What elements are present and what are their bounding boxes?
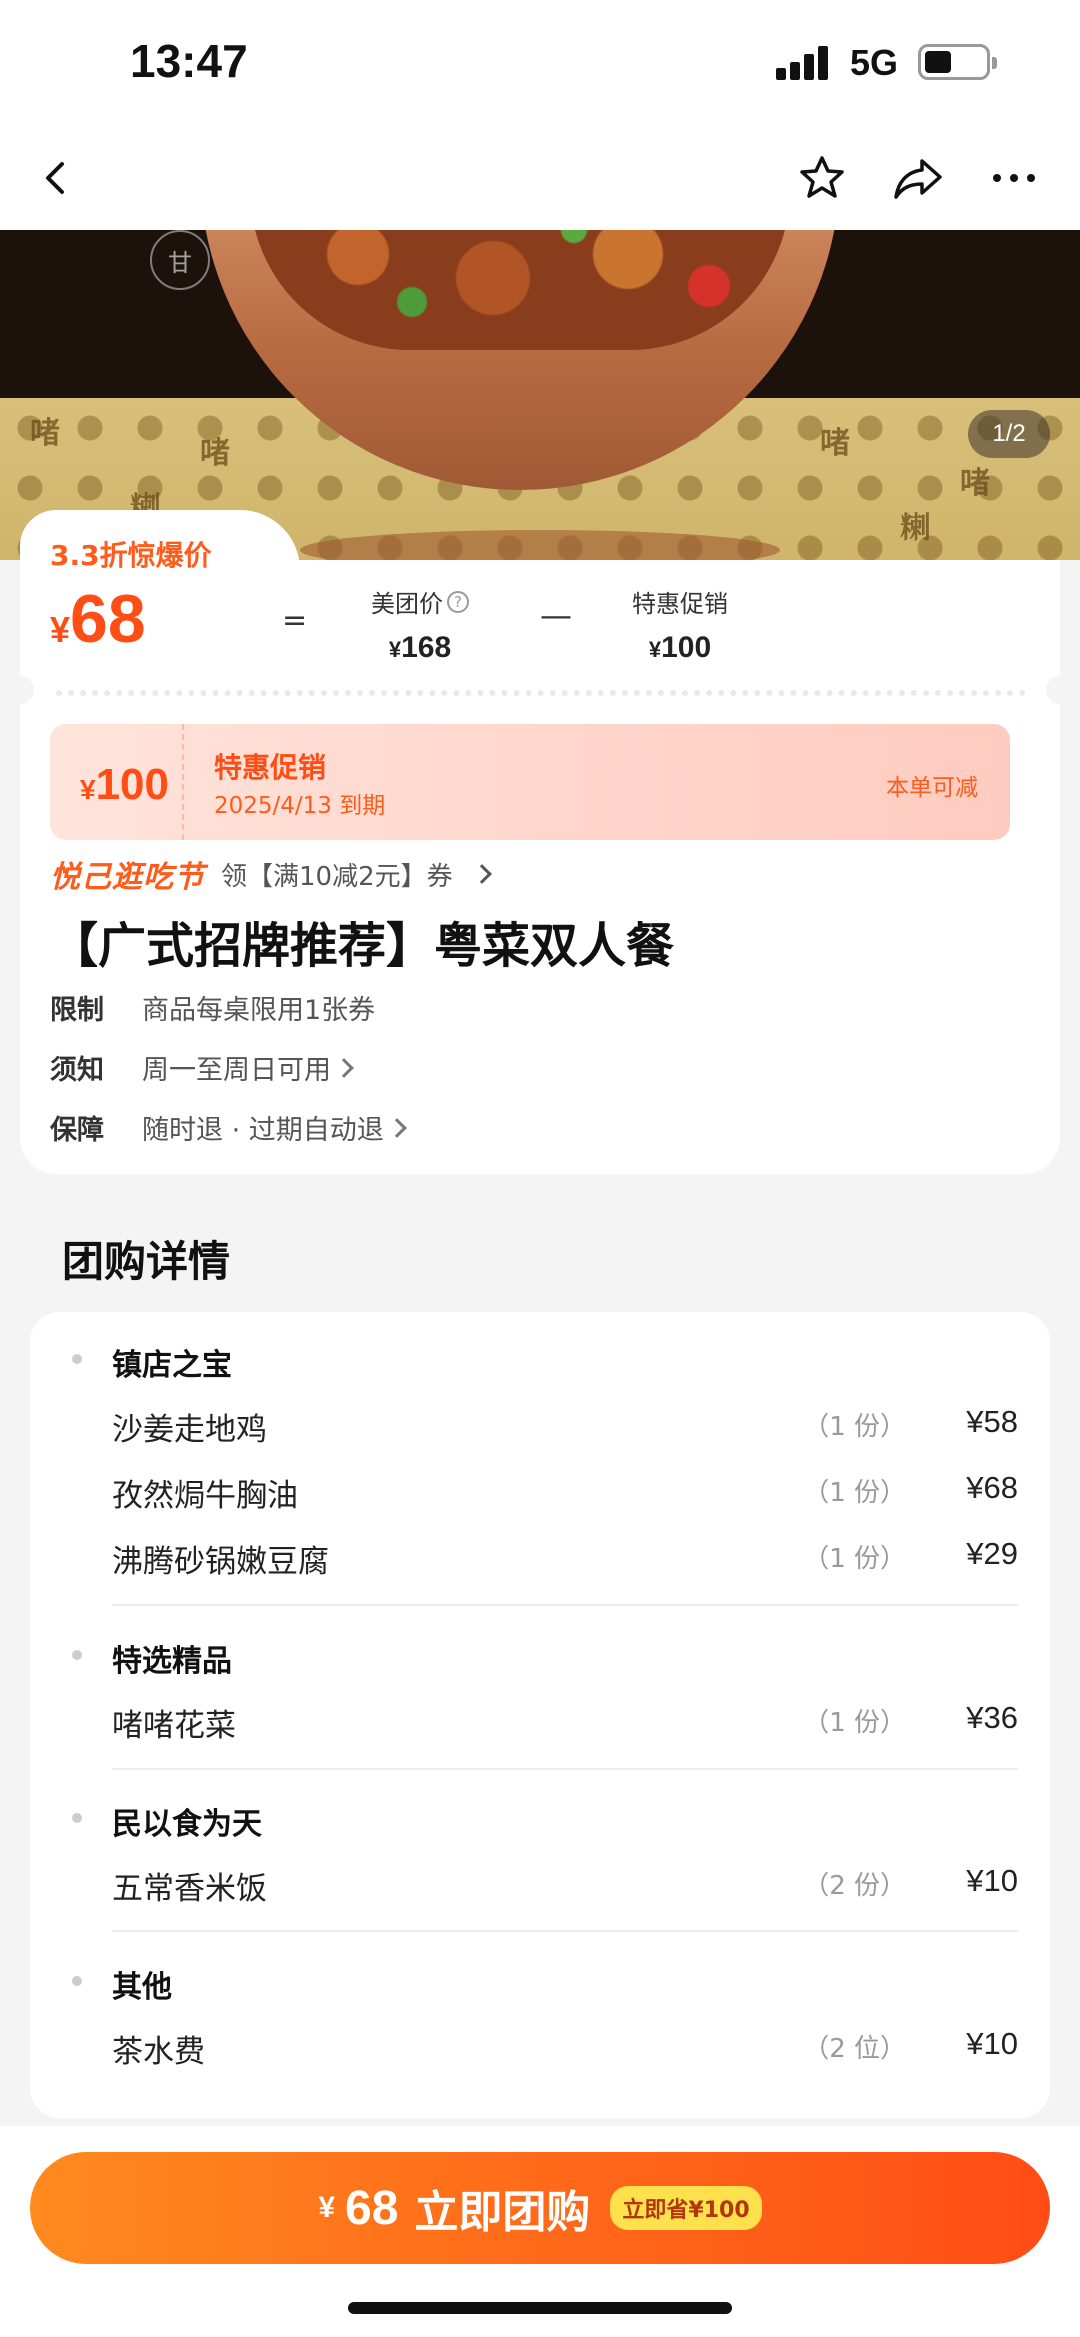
info-key: 保障 — [50, 1115, 104, 1146]
section-title-details: 团购详情 — [62, 1237, 231, 1286]
info-key: 须知 — [50, 1055, 104, 1086]
coupon-value: 100 — [95, 760, 169, 809]
share-icon[interactable] — [884, 144, 952, 212]
promo-coupon-text: 领【满10减2元】券 — [221, 861, 453, 892]
item-name: 五常香米饭 — [112, 1871, 267, 1907]
divider — [112, 1604, 1018, 1606]
save-badge: 立即省¥100 — [610, 2186, 762, 2230]
price-value: 68 — [70, 581, 146, 657]
item-qty: （1 份） — [803, 1544, 906, 1574]
item-price: ¥36 — [966, 1700, 1018, 1735]
promo-banner[interactable]: 悦己逛吃节 领【满10减2元】券 — [50, 854, 492, 895]
discount-tag: 3.3折惊爆价 — [50, 539, 212, 572]
divider — [112, 1768, 1018, 1770]
promo-discount-label: 特惠促销 — [632, 590, 728, 618]
card-notch-right — [1046, 676, 1074, 704]
dotted-divider — [56, 690, 1026, 696]
coupon-title: 特惠促销 — [214, 751, 327, 784]
item-qty: （1 份） — [803, 1412, 906, 1442]
bullet-dot — [72, 1976, 82, 1986]
item-name: 孜然焗牛胸油 — [112, 1478, 298, 1514]
info-value: 周一至周日可用 — [142, 1055, 331, 1086]
info-row-guarantee[interactable]: 保障 随时退 · 过期自动退 — [50, 1108, 407, 1147]
group-heading: 特选精品 — [112, 1644, 232, 1679]
deal-title: 【广式招牌推荐】粤菜双人餐 — [50, 918, 675, 974]
meituan-price-currency: ¥ — [388, 637, 402, 662]
item-price: ¥10 — [966, 1863, 1018, 1898]
star-icon[interactable] — [788, 144, 856, 212]
item-name: 啫啫花菜 — [112, 1708, 236, 1744]
signal-icon — [776, 44, 836, 80]
help-icon[interactable]: ? — [447, 590, 469, 613]
brand-logo: 甘 — [150, 230, 210, 290]
info-key: 限制 — [50, 995, 104, 1026]
more-icon[interactable] — [980, 144, 1048, 212]
item-qty: （2 位） — [803, 2034, 906, 2064]
status-time: 13:47 — [130, 35, 248, 87]
meituan-price-value: 168 — [401, 631, 452, 664]
item-price: ¥68 — [966, 1470, 1018, 1505]
buy-amount: 68 — [345, 2181, 399, 2235]
group-heading: 镇店之宝 — [112, 1348, 232, 1383]
home-indicator[interactable] — [348, 2302, 732, 2314]
meituan-price: 美团价? ¥168 — [360, 584, 480, 665]
info-value: 商品每桌限用1张券 — [142, 995, 376, 1026]
bullet-dot — [72, 1650, 82, 1660]
bullet-dot — [72, 1354, 82, 1364]
item-price: ¥29 — [966, 1536, 1018, 1571]
info-row-limit: 限制 商品每桌限用1张券 — [50, 988, 375, 1027]
list-item: 沙姜走地鸡 （1 份） ¥58 — [112, 1404, 1018, 1449]
back-icon[interactable] — [22, 144, 90, 212]
group-heading: 民以食为天 — [112, 1807, 262, 1842]
list-item: 啫啫花菜 （1 份） ¥36 — [112, 1700, 1018, 1745]
buy-currency: ¥ — [318, 2191, 336, 2224]
divider — [112, 1930, 1018, 1932]
chevron-right-icon — [471, 864, 492, 884]
price-currency: ¥ — [50, 609, 71, 650]
item-qty: （2 份） — [803, 1871, 906, 1901]
festival-logo: 悦己逛吃节 — [50, 860, 205, 895]
battery-icon — [918, 44, 997, 80]
info-value: 随时退 · 过期自动退 — [142, 1115, 384, 1146]
promo-discount-currency: ¥ — [648, 637, 662, 662]
info-row-notice[interactable]: 须知 周一至周日可用 — [50, 1048, 354, 1087]
card-notch-left — [6, 676, 34, 704]
coupon-expiry: 2025/4/13 到期 — [214, 793, 386, 819]
deal-price: ¥68 — [50, 580, 146, 658]
item-qty: （1 份） — [803, 1478, 906, 1508]
group-heading: 其他 — [112, 1970, 172, 2005]
coupon-card[interactable]: ¥100 特惠促销 2025/4/13 到期 本单可减 — [50, 724, 1010, 840]
list-item: 茶水费 （2 位） ¥10 — [112, 2026, 1018, 2071]
bullet-dot — [72, 1813, 82, 1823]
item-price: ¥58 — [966, 1404, 1018, 1439]
item-qty: （1 份） — [803, 1708, 906, 1738]
list-item: 孜然焗牛胸油 （1 份） ¥68 — [112, 1470, 1018, 1515]
promo-discount-value: 100 — [661, 631, 712, 664]
promo-discount: 特惠促销 ¥100 — [620, 584, 740, 665]
image-pager: 1/2 — [968, 410, 1050, 458]
network-type: 5G — [850, 42, 899, 83]
coupon-divider — [182, 724, 184, 840]
coupon-applicable: 本单可减 — [886, 775, 978, 801]
chevron-right-icon — [334, 1057, 354, 1078]
coupon-currency: ¥ — [80, 774, 96, 805]
coupon-amount: ¥100 — [80, 760, 169, 810]
item-name: 茶水费 — [112, 2034, 205, 2070]
minus-sign: — — [540, 596, 572, 634]
item-name: 沸腾砂锅嫩豆腐 — [112, 1544, 329, 1580]
chevron-right-icon — [386, 1117, 407, 1138]
nav-bar — [0, 126, 1080, 230]
buy-label: 立即团购 — [414, 2187, 591, 2238]
item-name: 沙姜走地鸡 — [112, 1412, 267, 1448]
status-bar: 13:47 5G — [0, 0, 1080, 126]
meituan-price-label: 美团价 — [371, 590, 443, 618]
equals-sign: = — [282, 603, 308, 638]
item-price: ¥10 — [966, 2026, 1018, 2061]
list-item: 五常香米饭 （2 份） ¥10 — [112, 1863, 1018, 1908]
list-item: 沸腾砂锅嫩豆腐 （1 份） ¥29 — [112, 1536, 1018, 1581]
buy-now-button[interactable]: ¥ 68 立即团购 立即省¥100 — [30, 2152, 1050, 2264]
